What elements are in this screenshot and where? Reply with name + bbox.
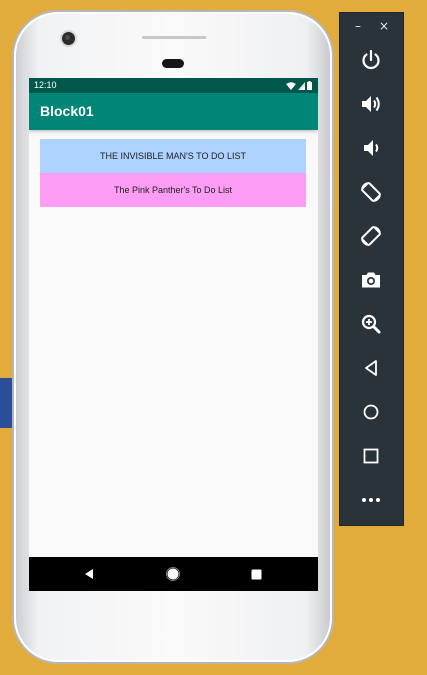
nav-home-button[interactable] [165,566,181,582]
screenshot-button[interactable] [356,265,386,295]
signal-icon [298,82,305,90]
app-bar: Block01 [29,93,318,130]
todo-list: THE INVISIBLE MAN'S TO DO LIST The Pink … [29,130,318,557]
rotate-left-icon [361,182,381,202]
volume-up-icon [362,96,380,112]
top-bezel-line [142,36,206,39]
power-icon [362,49,380,70]
app-title: Block01 [40,103,94,119]
minimize-button[interactable]: – [351,19,365,33]
volume-up-button[interactable] [356,89,386,119]
nav-recents-button[interactable] [248,566,264,582]
close-button[interactable]: × [377,19,391,33]
volume-down-button[interactable] [356,133,386,163]
back-button[interactable] [356,353,386,383]
phone-frame: 12:10 Block01 THE INVISIBLE MAN'S TO DO … [14,12,332,662]
window-controls: – × [339,18,404,36]
list-item-label: THE INVISIBLE MAN'S TO DO LIST [100,151,246,161]
zoom-button[interactable] [356,309,386,339]
list-item-invisible-man[interactable]: THE INVISIBLE MAN'S TO DO LIST [40,139,306,173]
camera-icon [362,272,380,288]
wifi-icon [286,82,296,90]
front-camera [62,32,75,45]
volume-down-icon [364,140,379,156]
status-time: 12:10 [34,80,57,90]
phone-screen: 12:10 Block01 THE INVISIBLE MAN'S TO DO … [29,78,318,591]
background-shape [0,378,14,428]
home-button[interactable] [356,397,386,427]
rotate-left-button[interactable] [356,177,386,207]
status-bar: 12:10 [29,78,318,93]
overview-icon [363,448,379,464]
home-icon [363,404,379,420]
power-button[interactable] [356,45,386,75]
status-icons [286,81,312,90]
zoom-icon [361,314,381,334]
overview-button[interactable] [356,441,386,471]
emulator-toolbar: – × [339,12,404,526]
list-item-pink-panther[interactable]: The Pink Panther's To Do List [40,173,306,207]
more-button[interactable] [356,485,386,515]
navigation-bar [29,557,318,591]
recents-icon [251,569,261,579]
rotate-right-icon [361,226,381,246]
back-icon [85,569,93,579]
more-icon [362,498,380,502]
list-item-label: The Pink Panther's To Do List [113,185,233,195]
battery-icon [307,81,312,90]
earpiece-speaker [162,59,184,68]
home-icon [166,567,180,581]
back-icon [365,360,377,376]
nav-back-button[interactable] [81,566,97,582]
rotate-right-button[interactable] [356,221,386,251]
